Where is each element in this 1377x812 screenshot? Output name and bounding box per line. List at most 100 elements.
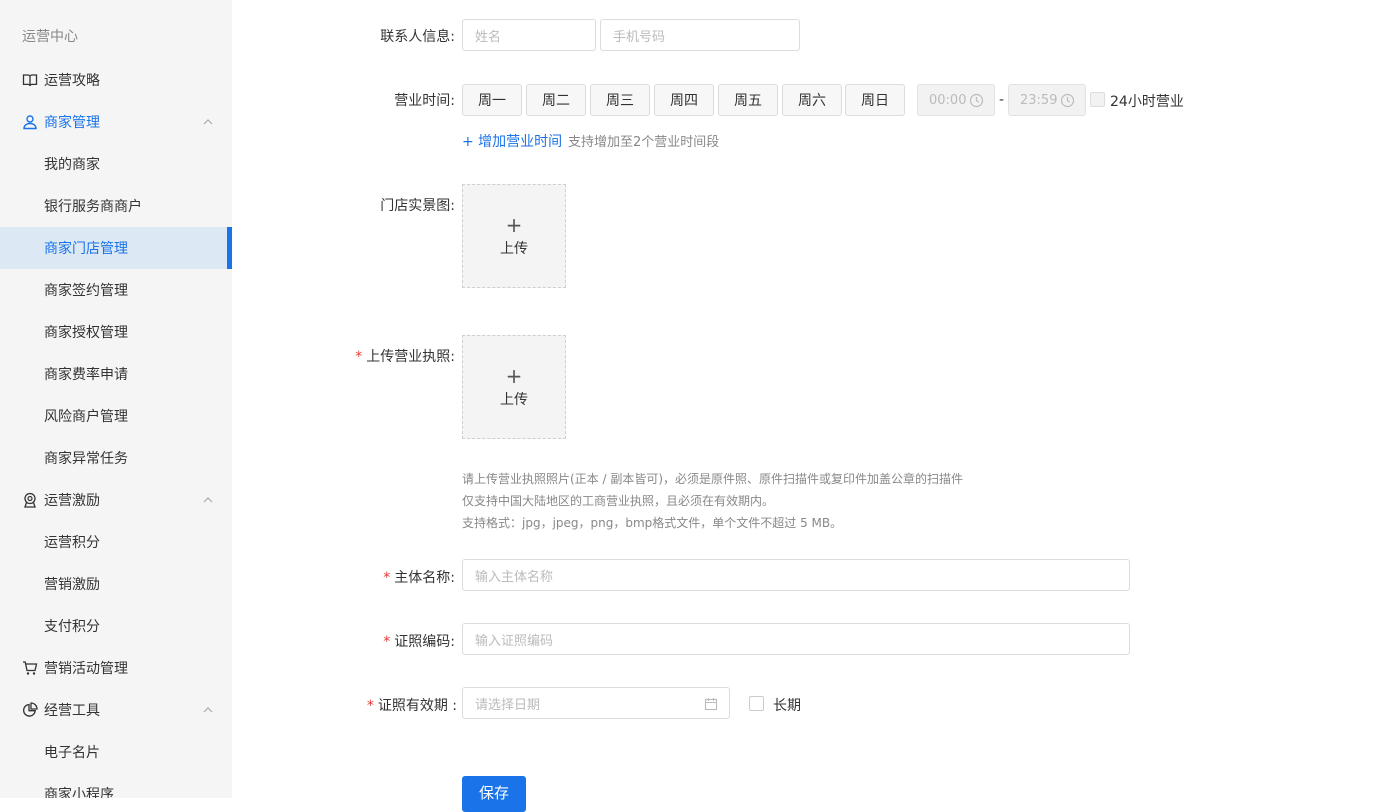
- validity-date-picker[interactable]: 请选择日期: [462, 687, 730, 719]
- required-mark: *: [383, 570, 391, 586]
- day-thu-button[interactable]: 周四: [654, 84, 714, 116]
- cert-code-input[interactable]: 输入证照编码: [462, 623, 1130, 655]
- chevron-up-icon: [203, 119, 213, 125]
- day-sun-button[interactable]: 周日: [845, 84, 905, 116]
- chevron-up-icon: [203, 707, 213, 713]
- upload-text: 上传: [500, 241, 528, 257]
- sidebar-group-tools[interactable]: 经营工具: [0, 689, 232, 731]
- sidebar-item-guide[interactable]: 运营攻略: [0, 59, 232, 101]
- pie-chart-icon: [22, 702, 38, 718]
- all-day-checkbox[interactable]: [1090, 92, 1105, 107]
- main-form: 联系人信息: 姓名 手机号码 营业时间: 周一 周二 周三 周四 周五 周六 周…: [232, 0, 1377, 812]
- sidebar-item-label: 运营积分: [44, 535, 100, 551]
- required-mark: *: [383, 634, 391, 650]
- chevron-up-icon: [203, 497, 213, 503]
- sidebar-item-fee-rate[interactable]: 商家费率申请: [0, 353, 232, 395]
- contact-name-placeholder: 姓名: [475, 29, 502, 45]
- license-hint: 请上传营业执照照片(正本 / 副本皆可)，必须是原件照、原件扫描件或复印件加盖公…: [462, 472, 964, 486]
- long-term-label: 长期: [773, 698, 801, 714]
- clock-icon: [969, 93, 984, 108]
- user-icon: [22, 114, 38, 130]
- start-time-picker[interactable]: 00:00: [917, 84, 995, 116]
- contact-name-input[interactable]: 姓名: [462, 19, 596, 51]
- day-mon-button[interactable]: 周一: [462, 84, 522, 116]
- entity-name-input[interactable]: 输入主体名称: [462, 559, 1130, 591]
- store-photo-label: 门店实景图:: [380, 198, 455, 214]
- clock-icon: [1060, 93, 1075, 108]
- license-hint: 支持格式：jpg，jpeg，png，bmp格式文件，单个文件不超过 5 MB。: [462, 516, 843, 530]
- cert-code-label-row: * 证照编码:: [383, 631, 455, 651]
- validity-label-row: * 证照有效期 :: [367, 695, 457, 715]
- license-hint: 仅支持中国大陆地区的工商营业执照，且必须在有效期内。: [462, 494, 775, 508]
- required-mark: *: [366, 698, 374, 714]
- all-day-label: 24小时营业: [1110, 94, 1184, 110]
- sidebar-item-label: 运营激励: [44, 493, 100, 509]
- sidebar-title: 运营中心: [22, 29, 78, 45]
- contact-phone-placeholder: 手机号码: [613, 29, 666, 45]
- cert-code-label: 证照编码:: [394, 634, 455, 650]
- validity-placeholder: 请选择日期: [475, 697, 541, 713]
- sidebar-item-label: 商家费率申请: [44, 367, 128, 383]
- add-hours-hint: 支持增加至2个营业时间段: [568, 135, 720, 150]
- day-fri-button[interactable]: 周五: [718, 84, 778, 116]
- long-term-checkbox[interactable]: [749, 696, 764, 711]
- book-icon: [22, 72, 38, 88]
- license-label: 上传营业执照:: [366, 349, 455, 365]
- end-time-value: 23:59: [1020, 92, 1058, 108]
- save-button[interactable]: 保存: [462, 776, 526, 812]
- sidebar-item-label: 营销激励: [44, 577, 100, 593]
- sidebar-item-exception-tasks[interactable]: 商家异常任务: [0, 437, 232, 479]
- cart-icon: [22, 660, 38, 676]
- sidebar-item-business-card[interactable]: 电子名片: [0, 731, 232, 773]
- entity-name-label-row: * 主体名称:: [383, 567, 455, 587]
- day-tue-button[interactable]: 周二: [526, 84, 586, 116]
- day-wed-button[interactable]: 周三: [590, 84, 650, 116]
- end-time-picker[interactable]: 23:59: [1008, 84, 1086, 116]
- day-sat-button[interactable]: 周六: [782, 84, 842, 116]
- sidebar-item-my-merchants[interactable]: 我的商家: [0, 143, 232, 185]
- sidebar-item-label: 风险商户管理: [44, 409, 128, 425]
- add-hours-link[interactable]: + 增加营业时间: [462, 131, 562, 151]
- plus-icon: +: [505, 364, 523, 388]
- entity-name-label: 主体名称:: [394, 570, 455, 586]
- sidebar-item-campaigns[interactable]: 营销活动管理: [0, 647, 232, 689]
- sidebar-item-label: 运营攻略: [44, 73, 100, 89]
- sidebar-item-points[interactable]: 运营积分: [0, 521, 232, 563]
- sidebar-item-label: 商家小程序: [44, 787, 114, 798]
- entity-name-placeholder: 输入主体名称: [475, 569, 554, 585]
- time-separator: -: [999, 92, 1005, 108]
- sidebar-item-bank-service[interactable]: 银行服务商商户: [0, 185, 232, 227]
- sidebar-item-label: 经营工具: [44, 703, 100, 719]
- validity-label: 证照有效期 :: [377, 698, 457, 714]
- sidebar-item-label: 商家门店管理: [44, 241, 128, 257]
- sidebar-item-payment-points[interactable]: 支付积分: [0, 605, 232, 647]
- sidebar-group-incentive[interactable]: 运营激励: [0, 479, 232, 521]
- calendar-icon: [704, 698, 718, 711]
- sidebar-item-mini-program[interactable]: 商家小程序: [0, 773, 232, 798]
- sidebar-item-authorization[interactable]: 商家授权管理: [0, 311, 232, 353]
- sidebar-item-label: 商家管理: [44, 115, 100, 131]
- license-upload[interactable]: + 上传: [462, 335, 566, 439]
- sidebar-group-merchant[interactable]: 商家管理: [0, 101, 232, 143]
- sidebar-item-contract[interactable]: 商家签约管理: [0, 269, 232, 311]
- plus-icon: +: [505, 213, 523, 237]
- store-photo-upload[interactable]: + 上传: [462, 184, 566, 288]
- contact-phone-input[interactable]: 手机号码: [600, 19, 800, 51]
- sidebar-item-risk[interactable]: 风险商户管理: [0, 395, 232, 437]
- sidebar: 运营中心 运营攻略 商家管理 我的商家 银行服务商商户 商家门店管理 商家签约管…: [0, 0, 232, 798]
- license-label-row: * 上传营业执照:: [355, 346, 455, 366]
- sidebar-item-label: 商家异常任务: [44, 451, 128, 467]
- sidebar-item-label: 电子名片: [44, 745, 100, 761]
- medal-icon: [22, 492, 38, 508]
- sidebar-item-store-management[interactable]: 商家门店管理: [0, 227, 232, 269]
- start-time-value: 00:00: [929, 92, 967, 108]
- contact-label: 联系人信息:: [380, 29, 455, 45]
- sidebar-item-label: 商家授权管理: [44, 325, 128, 341]
- hours-label: 营业时间:: [394, 93, 455, 109]
- sidebar-item-label: 商家签约管理: [44, 283, 128, 299]
- cert-code-placeholder: 输入证照编码: [475, 633, 554, 649]
- sidebar-item-marketing-incentive[interactable]: 营销激励: [0, 563, 232, 605]
- sidebar-item-label: 我的商家: [44, 157, 100, 173]
- sidebar-item-label: 营销活动管理: [44, 661, 128, 677]
- sidebar-item-label: 银行服务商商户: [44, 199, 142, 215]
